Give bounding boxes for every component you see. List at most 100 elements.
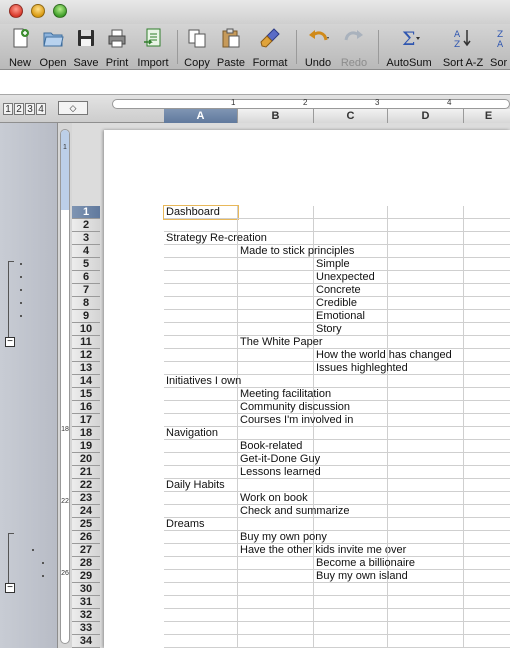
row-header[interactable]: 32	[72, 609, 100, 622]
cell-e25[interactable]	[464, 518, 510, 531]
cell-a18[interactable]: Navigation	[164, 427, 238, 440]
cell-a20[interactable]	[164, 453, 238, 466]
cell-c6[interactable]: Unexpected	[314, 271, 388, 284]
cell-c28[interactable]: Become a billionaire	[314, 557, 415, 570]
row-header[interactable]: 34	[72, 635, 100, 648]
cell-e23[interactable]	[464, 492, 510, 505]
cell-c15[interactable]	[314, 388, 388, 401]
cell-a34[interactable]	[164, 635, 238, 648]
cell-d25[interactable]	[388, 518, 464, 531]
cell-d1[interactable]	[388, 206, 464, 219]
cell-a8[interactable]	[164, 297, 238, 310]
cell-c20[interactable]	[314, 453, 388, 466]
cell-a13[interactable]	[164, 362, 238, 375]
cell-b16[interactable]: Community discussion	[238, 401, 350, 414]
cell-b13[interactable]	[238, 362, 314, 375]
outline-level-3-button[interactable]: 3	[25, 103, 35, 115]
cell-d32[interactable]	[388, 609, 464, 622]
row-header[interactable]: 10	[72, 323, 100, 336]
cell-a28[interactable]	[164, 557, 238, 570]
outline-level-4-button[interactable]: 4	[36, 103, 46, 115]
row-header[interactable]: 30	[72, 583, 100, 596]
cell-b4[interactable]: Made to stick principles	[238, 245, 354, 258]
cell-a5[interactable]	[164, 258, 238, 271]
cell-c2[interactable]	[314, 219, 388, 232]
cell-a17[interactable]	[164, 414, 238, 427]
cell-a4[interactable]	[164, 245, 238, 258]
cell-c23[interactable]	[314, 492, 388, 505]
cell-e5[interactable]	[464, 258, 510, 271]
cell-e27[interactable]	[464, 544, 510, 557]
cell-b30[interactable]	[238, 583, 314, 596]
cell-a15[interactable]	[164, 388, 238, 401]
cell-c25[interactable]	[314, 518, 388, 531]
cell-b22[interactable]	[238, 479, 314, 492]
cell-a19[interactable]	[164, 440, 238, 453]
row-header[interactable]: 6	[72, 271, 100, 284]
cell-e1[interactable]	[464, 206, 510, 219]
cell-c16[interactable]	[314, 401, 388, 414]
row-header[interactable]: 17	[72, 414, 100, 427]
cell-e8[interactable]	[464, 297, 510, 310]
cell-e24[interactable]	[464, 505, 510, 518]
cell-b3[interactable]	[238, 232, 314, 245]
row-header[interactable]: 24	[72, 505, 100, 518]
row-header[interactable]: 15	[72, 388, 100, 401]
cell-e12[interactable]	[464, 349, 510, 362]
cell-c33[interactable]	[314, 622, 388, 635]
row-header[interactable]: 13	[72, 362, 100, 375]
cell-e22[interactable]	[464, 479, 510, 492]
cell-e20[interactable]	[464, 453, 510, 466]
cell-d13[interactable]	[388, 362, 464, 375]
row-header[interactable]: 33	[72, 622, 100, 635]
collapse-group-button[interactable]: −	[5, 337, 15, 347]
cell-e10[interactable]	[464, 323, 510, 336]
cell-d12[interactable]	[388, 349, 464, 362]
cell-d28[interactable]	[388, 557, 464, 570]
cell-e4[interactable]	[464, 245, 510, 258]
cell-e15[interactable]	[464, 388, 510, 401]
close-window-button[interactable]	[9, 4, 23, 18]
cell-c14[interactable]	[314, 375, 388, 388]
cell-e9[interactable]	[464, 310, 510, 323]
cell-d8[interactable]	[388, 297, 464, 310]
cell-e29[interactable]	[464, 570, 510, 583]
cell-a7[interactable]	[164, 284, 238, 297]
minimize-window-button[interactable]	[31, 4, 45, 18]
cell-a26[interactable]	[164, 531, 238, 544]
cell-e30[interactable]	[464, 583, 510, 596]
cell-c12[interactable]: How the world has changed	[314, 349, 452, 362]
cell-b19[interactable]: Book-related	[238, 440, 314, 453]
cell-d16[interactable]	[388, 401, 464, 414]
cell-d34[interactable]	[388, 635, 464, 648]
cell-a24[interactable]	[164, 505, 238, 518]
row-header[interactable]: 16	[72, 401, 100, 414]
cell-b33[interactable]	[238, 622, 314, 635]
outline-level-1-button[interactable]: 1	[3, 103, 13, 115]
cell-e33[interactable]	[464, 622, 510, 635]
row-header[interactable]: 8	[72, 297, 100, 310]
cell-c1[interactable]	[314, 206, 388, 219]
cell-a16[interactable]	[164, 401, 238, 414]
cell-e32[interactable]	[464, 609, 510, 622]
cell-d30[interactable]	[388, 583, 464, 596]
cell-d23[interactable]	[388, 492, 464, 505]
cell-c21[interactable]	[314, 466, 388, 479]
cell-b25[interactable]	[238, 518, 314, 531]
cell-e7[interactable]	[464, 284, 510, 297]
undo-button[interactable]: Undo	[300, 24, 336, 70]
row-header[interactable]: 21	[72, 466, 100, 479]
cell-e28[interactable]	[464, 557, 510, 570]
cell-c3[interactable]	[314, 232, 388, 245]
cell-d33[interactable]	[388, 622, 464, 635]
cell-c24[interactable]	[314, 505, 388, 518]
horizontal-ruler[interactable]: 1 2 3 4	[112, 98, 510, 109]
cell-d4[interactable]	[388, 245, 464, 258]
row-header[interactable]: 14	[72, 375, 100, 388]
cell-d24[interactable]	[388, 505, 464, 518]
row-header[interactable]: 19	[72, 440, 100, 453]
cell-e16[interactable]	[464, 401, 510, 414]
autosum-button[interactable]: Σ AutoSum	[382, 24, 436, 70]
cell-d31[interactable]	[388, 596, 464, 609]
column-header-d[interactable]: D	[388, 109, 464, 123]
